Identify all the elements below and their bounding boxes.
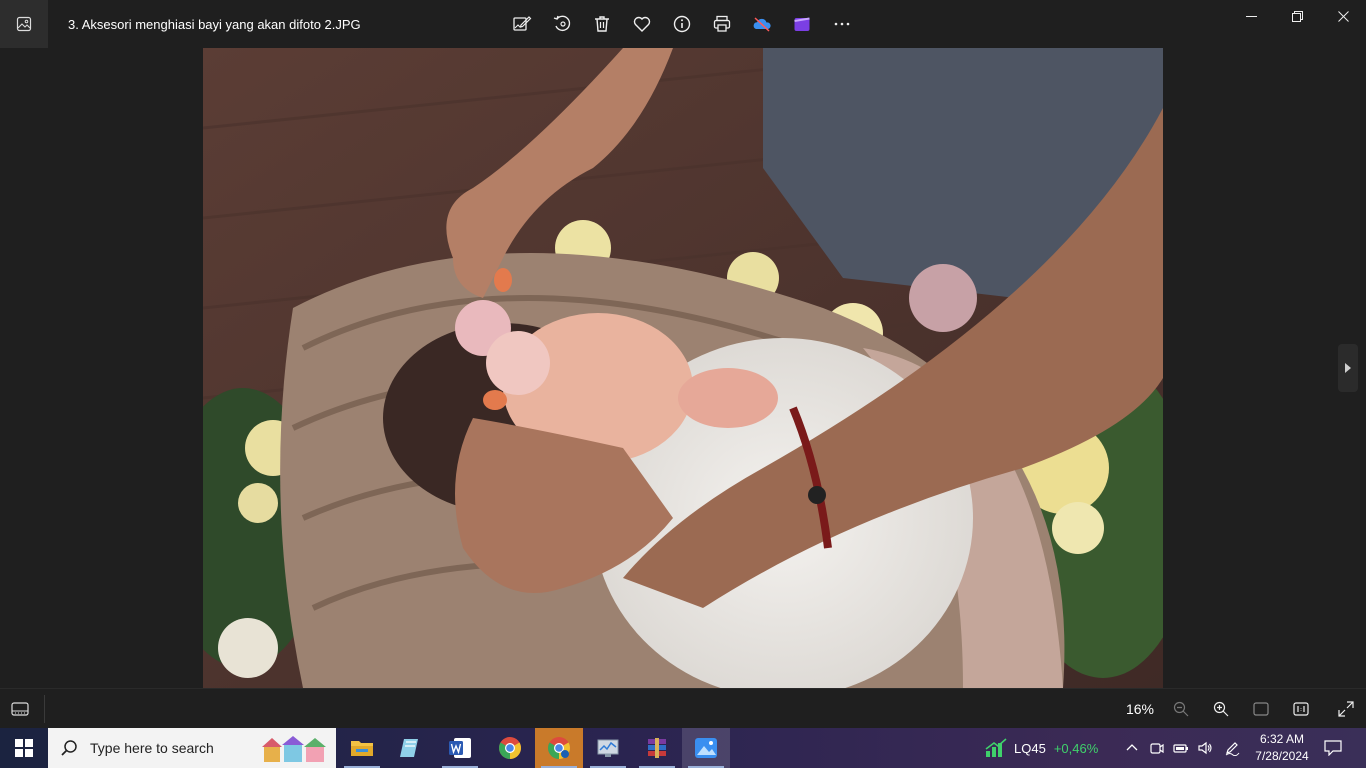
divider — [44, 695, 45, 723]
stock-change: +0,46% — [1053, 740, 1099, 756]
taskbar-chrome-profile[interactable] — [535, 728, 583, 768]
chevron-right-icon — [1345, 363, 1351, 373]
filmstrip-button[interactable] — [4, 693, 36, 725]
restore-icon — [1291, 10, 1303, 22]
zoom-in-button[interactable] — [1205, 693, 1237, 725]
photos-icon — [16, 16, 32, 32]
search-placeholder: Type here to search — [90, 740, 214, 756]
taskbar-file-explorer[interactable] — [338, 728, 386, 768]
taskbar-winrar[interactable] — [633, 728, 681, 768]
next-image-button[interactable] — [1338, 344, 1358, 392]
camera-icon — [1150, 743, 1164, 754]
pen-ink-icon — [1225, 742, 1240, 756]
filmstrip-icon — [11, 702, 29, 716]
actual-size-icon — [1293, 702, 1309, 716]
start-button[interactable] — [0, 728, 48, 768]
photos-app-taskbar-icon — [695, 738, 717, 758]
stock-widget[interactable]: LQ45 +0,46% — [984, 728, 1098, 768]
notepad-app-icon — [400, 739, 418, 757]
close-icon — [1337, 10, 1349, 22]
print-icon — [713, 15, 731, 32]
fullscreen-button[interactable] — [1330, 693, 1362, 725]
taskbar-app-glass[interactable] — [386, 728, 434, 768]
resource-monitor-icon — [597, 739, 619, 757]
zoom-out-icon — [1173, 701, 1189, 717]
taskbar-app-monitor[interactable] — [584, 728, 632, 768]
favorite-heart-icon — [633, 16, 651, 32]
fit-window-icon — [1253, 702, 1269, 716]
minimize-icon — [1245, 15, 1257, 17]
info-button[interactable] — [662, 4, 702, 44]
zoom-out-button[interactable] — [1165, 693, 1197, 725]
chrome-icon — [499, 737, 521, 759]
window-controls — [1228, 0, 1366, 32]
tray-volume[interactable] — [1195, 736, 1215, 760]
photo-illustration — [203, 48, 1163, 688]
tray-pen[interactable] — [1222, 736, 1242, 760]
close-button[interactable] — [1320, 0, 1366, 32]
stock-name: LQ45 — [1014, 740, 1046, 756]
word-icon — [449, 738, 471, 758]
tray-battery[interactable] — [1171, 736, 1191, 760]
info-icon — [673, 15, 691, 33]
edit-image-button[interactable] — [502, 4, 542, 44]
rotate-icon — [553, 15, 571, 32]
show-hidden-icons-button[interactable] — [1122, 736, 1142, 760]
stock-up-icon — [985, 738, 1007, 757]
onedrive-button[interactable] — [742, 4, 782, 44]
minimize-button[interactable] — [1228, 0, 1274, 32]
tray-meet-now[interactable] — [1147, 736, 1167, 760]
taskbar: Type here to search LQ45 +0,46% 6:32 AM … — [0, 728, 1366, 768]
search-highlight-houses-icon — [262, 736, 326, 762]
notification-icon — [1324, 740, 1342, 756]
chevron-up-icon — [1126, 744, 1138, 751]
taskbar-word[interactable] — [436, 728, 484, 768]
photos-app-icon[interactable] — [0, 0, 48, 48]
photo-image[interactable] — [203, 48, 1163, 688]
favorite-button[interactable] — [622, 4, 662, 44]
battery-icon — [1173, 744, 1188, 753]
clock-date: 7/28/2024 — [1255, 749, 1309, 763]
delete-button[interactable] — [582, 4, 622, 44]
rotate-button[interactable] — [542, 4, 582, 44]
clipchamp-button[interactable] — [782, 4, 822, 44]
taskbar-search-box[interactable]: Type here to search — [48, 728, 336, 768]
taskbar-photos[interactable] — [682, 728, 730, 768]
search-icon — [61, 740, 77, 756]
winrar-archive-icon — [648, 738, 666, 758]
window-title: 3. Aksesori menghiasi bayi yang akan dif… — [68, 16, 361, 32]
actual-size-button[interactable] — [1285, 693, 1317, 725]
delete-icon — [595, 16, 609, 32]
image-viewer — [0, 48, 1366, 688]
status-bar: 16% — [0, 688, 1366, 728]
taskbar-chrome[interactable] — [486, 728, 534, 768]
image-toolbar — [502, 4, 862, 44]
clock-time: 6:32 AM — [1259, 732, 1305, 746]
notification-center-button[interactable] — [1318, 736, 1348, 760]
zoom-level: 16% — [1125, 701, 1155, 717]
windows-logo-icon — [15, 739, 33, 757]
folder-icon — [351, 741, 373, 756]
print-button[interactable] — [702, 4, 742, 44]
chrome-profile-icon — [548, 737, 570, 759]
more-options-icon — [834, 22, 850, 26]
fullscreen-icon — [1338, 701, 1354, 717]
onedrive-sync-icon — [753, 17, 771, 32]
restore-button[interactable] — [1274, 0, 1320, 32]
speaker-icon — [1198, 741, 1212, 755]
edit-image-icon — [513, 16, 532, 31]
fit-to-window-button[interactable] — [1245, 693, 1277, 725]
zoom-in-icon — [1213, 701, 1229, 717]
clipchamp-icon — [794, 17, 810, 31]
taskbar-clock[interactable]: 6:32 AM 7/28/2024 — [1252, 731, 1312, 765]
more-options-button[interactable] — [822, 4, 862, 44]
